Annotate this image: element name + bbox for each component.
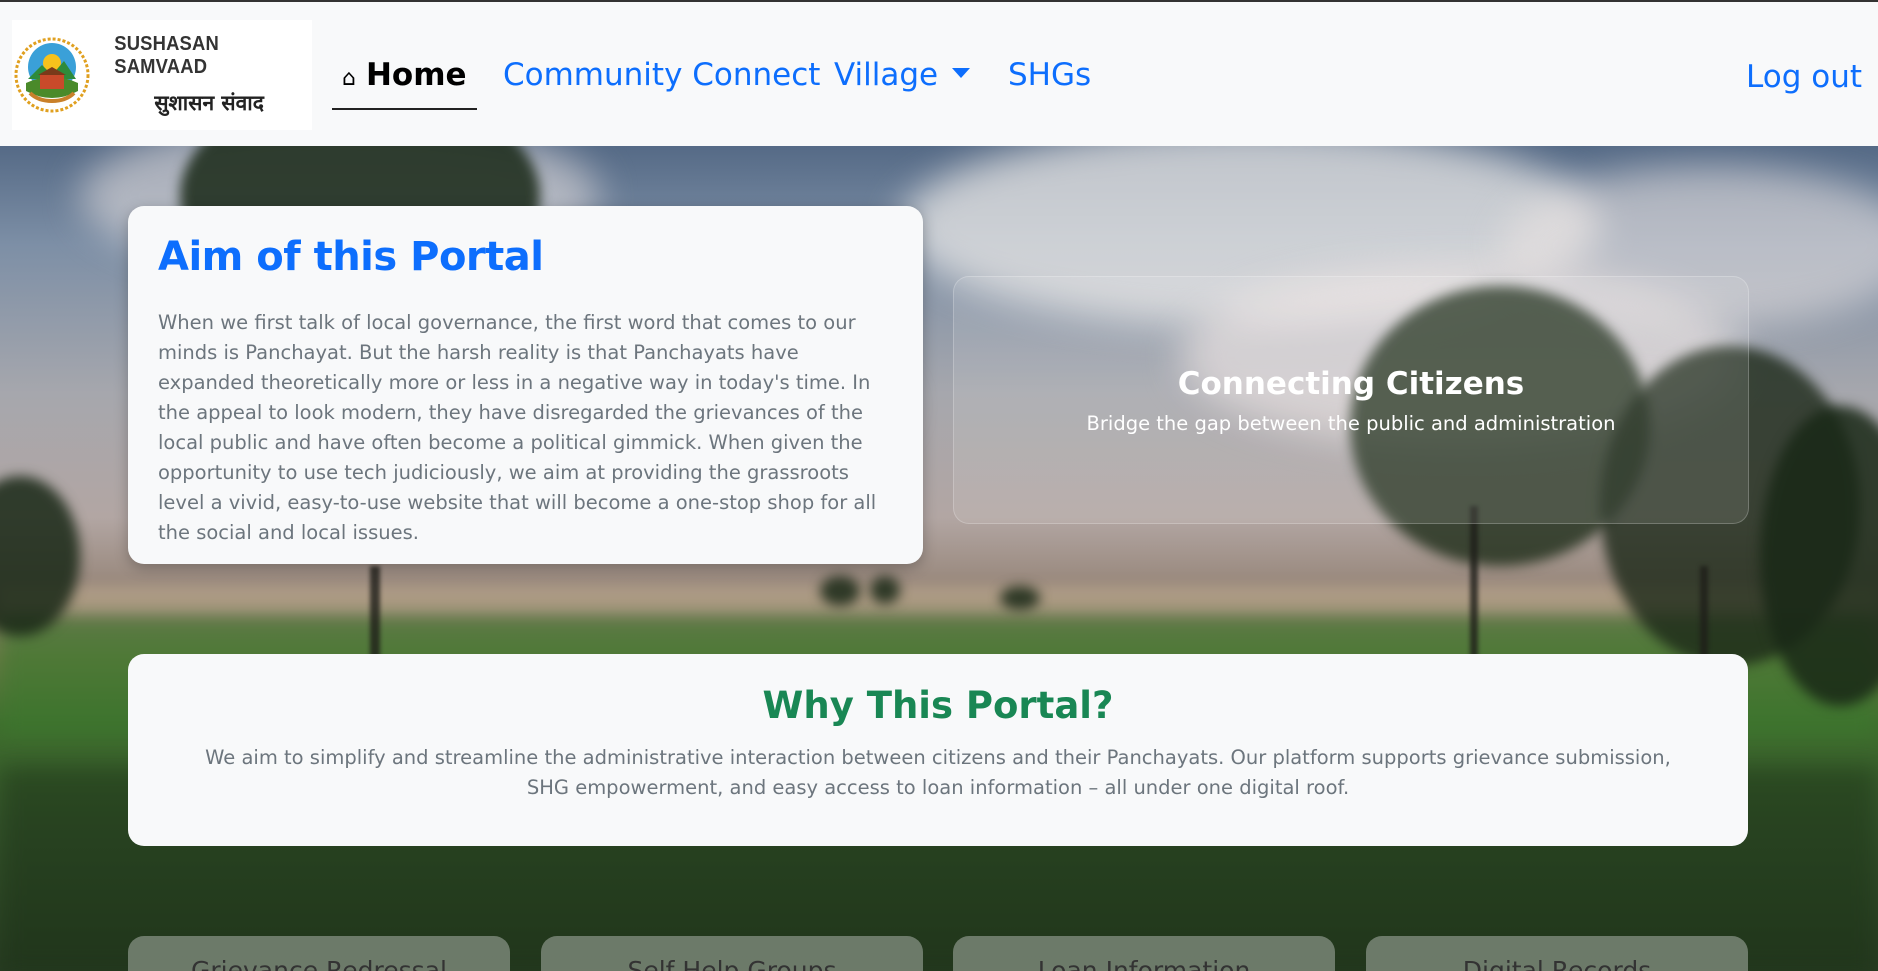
- home-icon: ⌂: [342, 66, 356, 91]
- nav-shgs[interactable]: SHGs: [1008, 52, 1091, 98]
- logout-link[interactable]: Log out: [1746, 54, 1862, 100]
- aim-text: When we first talk of local governance, …: [158, 311, 877, 544]
- feature-card-records[interactable]: Digital Records: [1366, 936, 1748, 971]
- nav-home[interactable]: ⌂ Home: [332, 52, 477, 110]
- nav-community-connect[interactable]: Community Connect: [503, 52, 820, 98]
- connect-subtitle: Bridge the gap between the public and ad…: [1086, 411, 1616, 435]
- brand[interactable]: SUSHASAN SAMVAAD सुशासन संवाद: [12, 20, 312, 130]
- connect-title: Connecting Citizens: [1177, 365, 1525, 402]
- brand-name-en: SUSHASAN SAMVAAD: [114, 33, 220, 78]
- aim-card: Aim of this Portal When we first talk of…: [128, 206, 923, 564]
- why-title: Why This Portal?: [762, 684, 1114, 727]
- connecting-citizens-card: Connecting Citizens Bridge the gap betwe…: [953, 276, 1749, 524]
- nav-village-dropdown[interactable]: Village: [834, 52, 971, 98]
- emblem-icon: [14, 37, 90, 113]
- nav-home-label: Home: [365, 57, 467, 93]
- why-text: We aim to simplify and streamline the ad…: [205, 746, 1671, 799]
- why-card: Why This Portal? We aim to simplify and …: [128, 654, 1748, 846]
- brand-name-hi: सुशासन संवाद: [154, 91, 264, 115]
- top-navbar: SUSHASAN SAMVAAD सुशासन संवाद ⌂ Home Comm…: [0, 0, 1878, 146]
- nav-village-label: Village: [834, 57, 939, 93]
- caret-down-icon: [952, 67, 971, 78]
- feature-card-loan[interactable]: Loan Information: [953, 936, 1335, 971]
- aim-title: Aim of this Portal: [158, 234, 544, 280]
- feature-card-grievance[interactable]: Grievance Redressal: [128, 936, 510, 971]
- feature-card-shg[interactable]: Self Help Groups: [541, 936, 923, 971]
- brand-logo: [12, 26, 92, 124]
